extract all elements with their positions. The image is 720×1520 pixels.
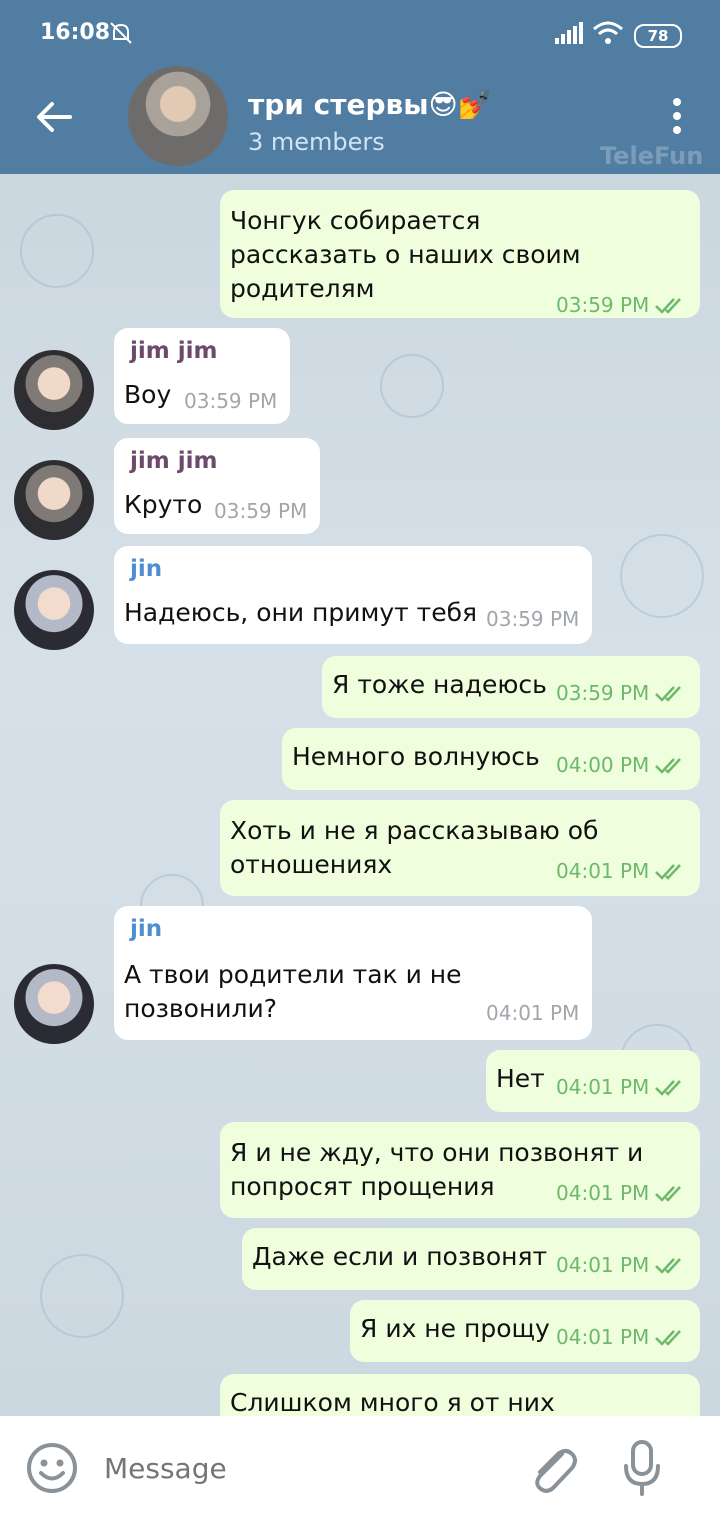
message-time: 04:01 PM [556, 1181, 650, 1205]
message-outgoing[interactable]: Даже если и позвонят 04:01 PM [242, 1228, 700, 1290]
sender-name[interactable]: jin [130, 552, 162, 586]
background-doodle [380, 354, 444, 418]
message-time: 04:01 PM [486, 1001, 580, 1025]
message-text: Воу [124, 380, 172, 409]
message-outgoing[interactable]: Я тоже надеюсь 03:59 PM [322, 656, 700, 718]
avatar[interactable] [14, 460, 94, 540]
message-text: Даже если и позвонят [252, 1242, 548, 1271]
message-composer [0, 1416, 720, 1520]
double-check-icon [655, 1330, 681, 1346]
message-time: 04:01 PM [556, 859, 650, 883]
double-check-icon [655, 758, 681, 774]
message-text: Нет [496, 1064, 545, 1093]
message-outgoing[interactable]: Я их не прощу 04:01 PM [350, 1300, 700, 1362]
background-doodle [40, 1254, 124, 1338]
signal-icon [555, 22, 583, 44]
double-check-icon [655, 1080, 681, 1096]
chat-header: три стервы😎💅 3 members TeleFun [0, 56, 720, 174]
battery-icon: 78 [634, 24, 682, 48]
double-check-icon [655, 864, 681, 880]
back-arrow-icon[interactable] [30, 94, 76, 140]
message-time: 03:59 PM [214, 499, 308, 523]
attach-icon[interactable] [526, 1440, 578, 1496]
status-time: 16:08 [40, 20, 111, 45]
message-text: Надеюсь, они примут тебя [124, 598, 478, 627]
mic-icon[interactable] [622, 1438, 662, 1498]
message-outgoing[interactable]: Нет 04:01 PM [486, 1050, 700, 1112]
message-time: 04:01 PM [556, 1325, 650, 1349]
status-bar: 16:08 78 [0, 0, 720, 56]
message-incoming[interactable]: jin Надеюсь, они примут тебя 03:59 PM [114, 546, 592, 644]
message-time: 03:59 PM [184, 389, 278, 413]
message-text: Я тоже надеюсь [332, 670, 547, 699]
message-input[interactable] [104, 1452, 484, 1485]
message-text: Немного волнуюсь [292, 742, 540, 771]
battery-level: 78 [647, 27, 669, 45]
double-check-icon [655, 1186, 681, 1202]
message-text: Я их не прощу [360, 1314, 550, 1343]
double-check-icon [655, 686, 681, 702]
more-vertical-icon[interactable] [662, 96, 692, 136]
message-incoming[interactable]: jim jim Круто 03:59 PM [114, 438, 320, 534]
message-text: А твои родители так и не позвонили? [124, 960, 462, 1023]
message-text: Чонгук собирается рассказать о наших сво… [230, 206, 581, 303]
sender-name[interactable]: jim jim [130, 444, 217, 478]
message-incoming[interactable]: jin А твои родители так и не позвонили? … [114, 906, 592, 1040]
message-outgoing[interactable]: Немного волнуюсь 04:00 PM [282, 728, 700, 790]
background-doodle [620, 534, 704, 618]
message-time: 04:01 PM [556, 1253, 650, 1277]
bell-off-icon [110, 22, 132, 44]
sender-name[interactable]: jin [130, 912, 162, 946]
background-doodle [20, 214, 94, 288]
message-text: Слишком много я от них [230, 1388, 555, 1416]
avatar[interactable] [14, 350, 94, 430]
double-check-icon [655, 1258, 681, 1274]
message-text: Хоть и не я рассказываю об отношениях [230, 816, 599, 879]
emoji-icon[interactable] [26, 1442, 78, 1494]
message-incoming[interactable]: jim jim Воу 03:59 PM [114, 328, 290, 424]
message-outgoing[interactable]: Слишком много я от них [220, 1374, 700, 1416]
avatar[interactable] [14, 570, 94, 650]
watermark: TeleFun [600, 142, 704, 170]
message-time: 03:59 PM [556, 293, 650, 317]
message-time: 04:01 PM [556, 1075, 650, 1099]
message-time: 03:59 PM [556, 681, 650, 705]
double-check-icon [655, 298, 681, 314]
message-time: 03:59 PM [486, 607, 580, 631]
message-time: 04:00 PM [556, 753, 650, 777]
message-outgoing[interactable]: Хоть и не я рассказываю об отношениях 04… [220, 800, 700, 896]
message-outgoing[interactable]: Чонгук собирается рассказать о наших сво… [220, 190, 700, 318]
message-list[interactable]: Чонгук собирается рассказать о наших сво… [0, 174, 720, 1416]
group-avatar[interactable] [128, 66, 228, 166]
chat-title[interactable]: три стервы😎💅 [248, 88, 493, 121]
avatar[interactable] [14, 964, 94, 1044]
sender-name[interactable]: jim jim [130, 334, 217, 368]
message-outgoing[interactable]: Я и не жду, что они позвонят и попросят … [220, 1122, 700, 1218]
members-count: 3 members [248, 128, 385, 156]
wifi-icon [593, 21, 623, 44]
message-text: Круто [124, 490, 203, 519]
